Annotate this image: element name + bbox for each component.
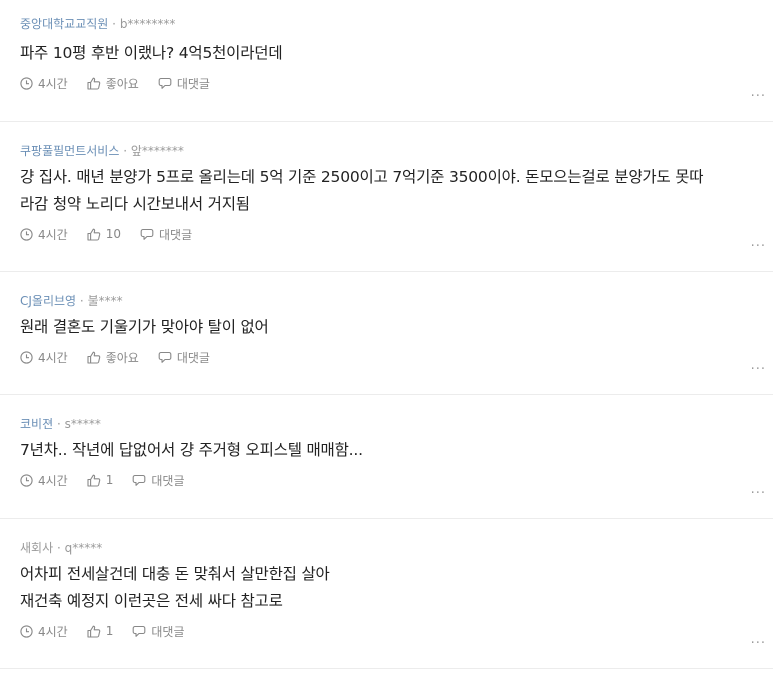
more-options-button[interactable]: ... — [751, 86, 766, 99]
comment-meta: 4시간 1 대댓글 — [20, 472, 773, 488]
comment-author: 코비젼 · s***** — [20, 395, 773, 431]
clock-icon — [20, 227, 33, 241]
comment-author: 쿠팡풀필먼트서비스 · 앞******* — [20, 122, 773, 158]
speech-bubble-icon — [140, 228, 154, 240]
speech-bubble-icon — [133, 474, 146, 486]
reply-button[interactable]: 대댓글 — [158, 75, 210, 92]
more-options-button[interactable]: ... — [751, 359, 766, 372]
comment-time: 4시간 — [20, 623, 68, 640]
thumbs-up-icon — [87, 625, 101, 638]
time-label: 4시간 — [38, 350, 68, 365]
comment-time: 4시간 — [20, 349, 68, 366]
author-separator: · — [56, 541, 61, 555]
comment-meta: 4시간 좋아요 대댓글 — [20, 349, 773, 365]
clock-icon — [20, 350, 33, 364]
comment-item: 새회사 · q***** 어차피 전세살건데 대충 돈 맞춰서 살만한집 살아 … — [0, 519, 773, 669]
reply-button[interactable]: 대댓글 — [140, 226, 192, 243]
time-label: 4시간 — [38, 473, 68, 488]
comment-text: 7년차.. 작년에 답없어서 걍 주거형 오피스텔 매매함... — [20, 441, 363, 459]
author-separator: · — [56, 417, 61, 431]
reply-label: 대댓글 — [176, 350, 210, 365]
comment-list: 중앙대학교교직원 · b******** 파주 10평 후반 이랬나? 4억5천… — [0, 0, 773, 669]
author-handle: 앞******* — [130, 144, 184, 158]
time-label: 4시간 — [38, 624, 68, 639]
comment-meta: 4시간 10 대댓글 — [20, 226, 773, 242]
thumbs-up-icon — [87, 474, 101, 487]
author-separator: · — [123, 144, 128, 158]
comment-author: CJ올리브영 · 불**** — [20, 272, 773, 308]
comment-time: 4시간 — [20, 75, 68, 92]
thumbs-up-icon — [87, 351, 101, 364]
reply-button[interactable]: 대댓글 — [158, 349, 210, 366]
author-company[interactable]: CJ올리브영 — [20, 294, 76, 308]
clock-icon — [20, 624, 33, 638]
like-button[interactable]: 10 — [87, 227, 121, 241]
like-button[interactable]: 좋아요 — [87, 349, 139, 366]
like-label: 좋아요 — [105, 76, 139, 91]
more-options-button[interactable]: ... — [751, 633, 766, 646]
comment-time: 4시간 — [20, 226, 68, 243]
reply-label: 대댓글 — [151, 624, 185, 639]
clock-icon — [20, 76, 33, 90]
reply-button[interactable]: 대댓글 — [132, 472, 184, 489]
author-handle: s***** — [64, 417, 101, 431]
author-handle: 불**** — [87, 294, 123, 308]
comment-author: 새회사 · q***** — [20, 519, 773, 555]
comment-item: 쿠팡풀필먼트서비스 · 앞******* 걍 집사. 매년 분양가 5프로 올리… — [0, 122, 773, 272]
comment-time: 4시간 — [20, 472, 68, 489]
clock-icon — [20, 473, 33, 487]
thumbs-up-icon — [87, 228, 101, 241]
comment-item: 중앙대학교교직원 · b******** 파주 10평 후반 이랬나? 4억5천… — [0, 0, 773, 122]
more-options-button[interactable]: ... — [751, 483, 766, 496]
author-company[interactable]: 코비젼 — [20, 417, 53, 431]
comment-text: 어차피 전세살건데 대충 돈 맞춰서 살만한집 살아 재건축 예정지 이런곳은 … — [20, 565, 330, 610]
like-button[interactable]: 1 — [87, 624, 114, 638]
reply-button[interactable]: 대댓글 — [132, 623, 184, 640]
author-company[interactable]: 중앙대학교교직원 — [20, 17, 108, 31]
author-separator: · — [79, 294, 84, 308]
time-label: 4시간 — [38, 76, 68, 91]
reply-label: 대댓글 — [151, 473, 185, 488]
time-label: 4시간 — [38, 227, 68, 242]
comment-meta: 4시간 좋아요 대댓글 — [20, 75, 773, 91]
comment-author: 중앙대학교교직원 · b******** — [20, 0, 773, 31]
more-options-button[interactable]: ... — [751, 236, 766, 249]
reply-label: 대댓글 — [159, 227, 193, 242]
comment-text: 걍 집사. 매년 분양가 5프로 올리는데 5억 기준 2500이고 7억기준 … — [20, 168, 704, 213]
comment-text: 원래 결혼도 기울기가 맞아야 탈이 없어 — [20, 318, 269, 336]
author-handle: b******** — [119, 17, 176, 31]
speech-bubble-icon — [158, 351, 172, 363]
like-count: 1 — [105, 624, 114, 638]
comment-item: 코비젼 · s***** 7년차.. 작년에 답없어서 걍 주거형 오피스텔 매… — [0, 395, 773, 519]
author-company[interactable]: 쿠팡풀필먼트서비스 — [20, 144, 119, 158]
like-button[interactable]: 1 — [87, 473, 114, 487]
thumbs-up-icon — [87, 77, 101, 90]
author-separator: · — [112, 17, 116, 31]
reply-label: 대댓글 — [176, 76, 210, 91]
speech-bubble-icon — [133, 625, 146, 637]
comment-meta: 4시간 1 대댓글 — [20, 623, 773, 639]
speech-bubble-icon — [158, 77, 172, 89]
like-label: 좋아요 — [105, 350, 139, 365]
like-button[interactable]: 좋아요 — [87, 75, 139, 92]
comment-item: CJ올리브영 · 불**** 원래 결혼도 기울기가 맞아야 탈이 없어 4시간… — [0, 272, 773, 395]
author-company: 새회사 — [20, 541, 54, 555]
like-count: 1 — [105, 473, 114, 487]
comment-text: 파주 10평 후반 이랬나? 4억5천이라던데 — [20, 44, 283, 62]
like-count: 10 — [105, 227, 121, 241]
author-handle: q***** — [64, 541, 103, 555]
